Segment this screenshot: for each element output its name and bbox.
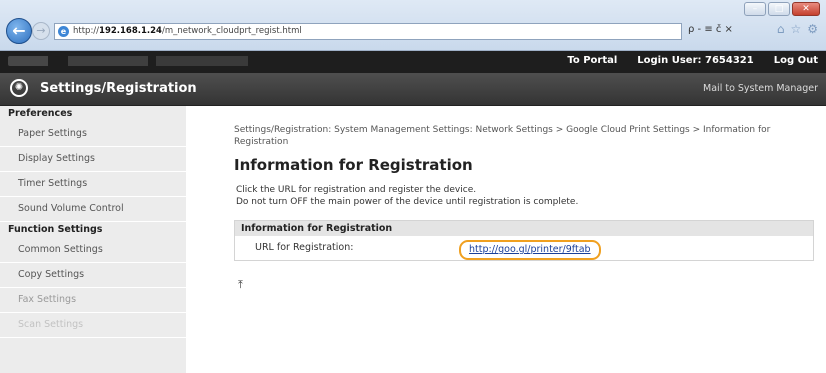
- main-content: Settings/Registration: System Management…: [196, 106, 820, 373]
- logout-link[interactable]: Log Out: [774, 55, 818, 66]
- sidebar-item-scan-settings[interactable]: Scan Settings: [0, 313, 186, 338]
- registration-url-link[interactable]: http://goo.gl/printer/9ftab: [459, 240, 601, 260]
- sidebar-item-copy-settings[interactable]: Copy Settings: [0, 263, 186, 288]
- back-arrow-icon[interactable]: ←: [6, 18, 32, 44]
- instruction-line-2: Do not turn OFF the main power of the de…: [236, 197, 579, 207]
- browser-toolbar: – □ ✕ ← → e http://192.168.1.24/m_networ…: [0, 0, 826, 51]
- registration-info-table: Information for Registration URL for Reg…: [234, 220, 814, 261]
- instructions: Click the URL for registration and regis…: [236, 184, 578, 208]
- sidebar-item-fax-settings[interactable]: Fax Settings: [0, 288, 186, 313]
- ie-logo-icon: e: [58, 26, 69, 37]
- back-to-top-icon[interactable]: ⤒: [238, 278, 243, 292]
- to-portal-link[interactable]: To Portal: [567, 55, 617, 66]
- forward-arrow-icon[interactable]: →: [32, 22, 50, 40]
- remote-ui-topbar: To Portal Login User: 7654321 Log Out: [0, 51, 826, 73]
- settings-gear-icon: ✺: [10, 79, 28, 97]
- instruction-line-1: Click the URL for registration and regis…: [236, 185, 477, 195]
- sidebar-heading-function-settings: Function Settings: [8, 224, 103, 235]
- address-url[interactable]: http://192.168.1.24/m_network_cloudprt_r…: [73, 26, 302, 36]
- device-model-name: [8, 56, 268, 66]
- sidebar-item-timer-settings[interactable]: Timer Settings: [0, 172, 186, 197]
- star-icon[interactable]: ☆: [790, 22, 801, 36]
- url-for-registration-label: URL for Registration:: [255, 242, 354, 253]
- home-icon[interactable]: ⌂: [777, 22, 785, 36]
- sidebar-item-paper-settings[interactable]: Paper Settings: [0, 122, 186, 147]
- table-header: Information for Registration: [235, 221, 813, 236]
- page-header: ✺ Settings/Registration Mail to System M…: [0, 73, 826, 106]
- minimize-button[interactable]: –: [744, 2, 766, 16]
- close-window-button[interactable]: ✕: [792, 2, 820, 16]
- sidebar: Preferences Paper Settings Display Setti…: [0, 106, 186, 373]
- breadcrumb: Settings/Registration: System Management…: [234, 125, 771, 147]
- login-user: Login User: 7654321: [637, 55, 754, 66]
- gear-icon[interactable]: ⚙: [807, 22, 818, 36]
- header-title: Settings/Registration: [40, 81, 197, 96]
- page-title: Information for Registration: [234, 156, 473, 174]
- sidebar-heading-preferences: Preferences: [8, 108, 73, 119]
- sidebar-item-common-settings[interactable]: Common Settings: [0, 238, 186, 263]
- table-row: URL for Registration: http://goo.gl/prin…: [235, 236, 813, 260]
- sidebar-item-display-settings[interactable]: Display Settings: [0, 147, 186, 172]
- restore-button[interactable]: □: [768, 2, 790, 16]
- address-bar[interactable]: e http://192.168.1.24/m_network_cloudprt…: [54, 23, 682, 40]
- mail-to-system-manager-link[interactable]: Mail to System Manager: [703, 83, 818, 94]
- address-tools[interactable]: ρ - ≡ č ×: [688, 24, 733, 35]
- browser-icons: ⌂ ☆ ⚙: [777, 22, 818, 36]
- sidebar-item-sound-volume-control[interactable]: Sound Volume Control: [0, 197, 186, 222]
- window-controls: – □ ✕: [744, 2, 820, 16]
